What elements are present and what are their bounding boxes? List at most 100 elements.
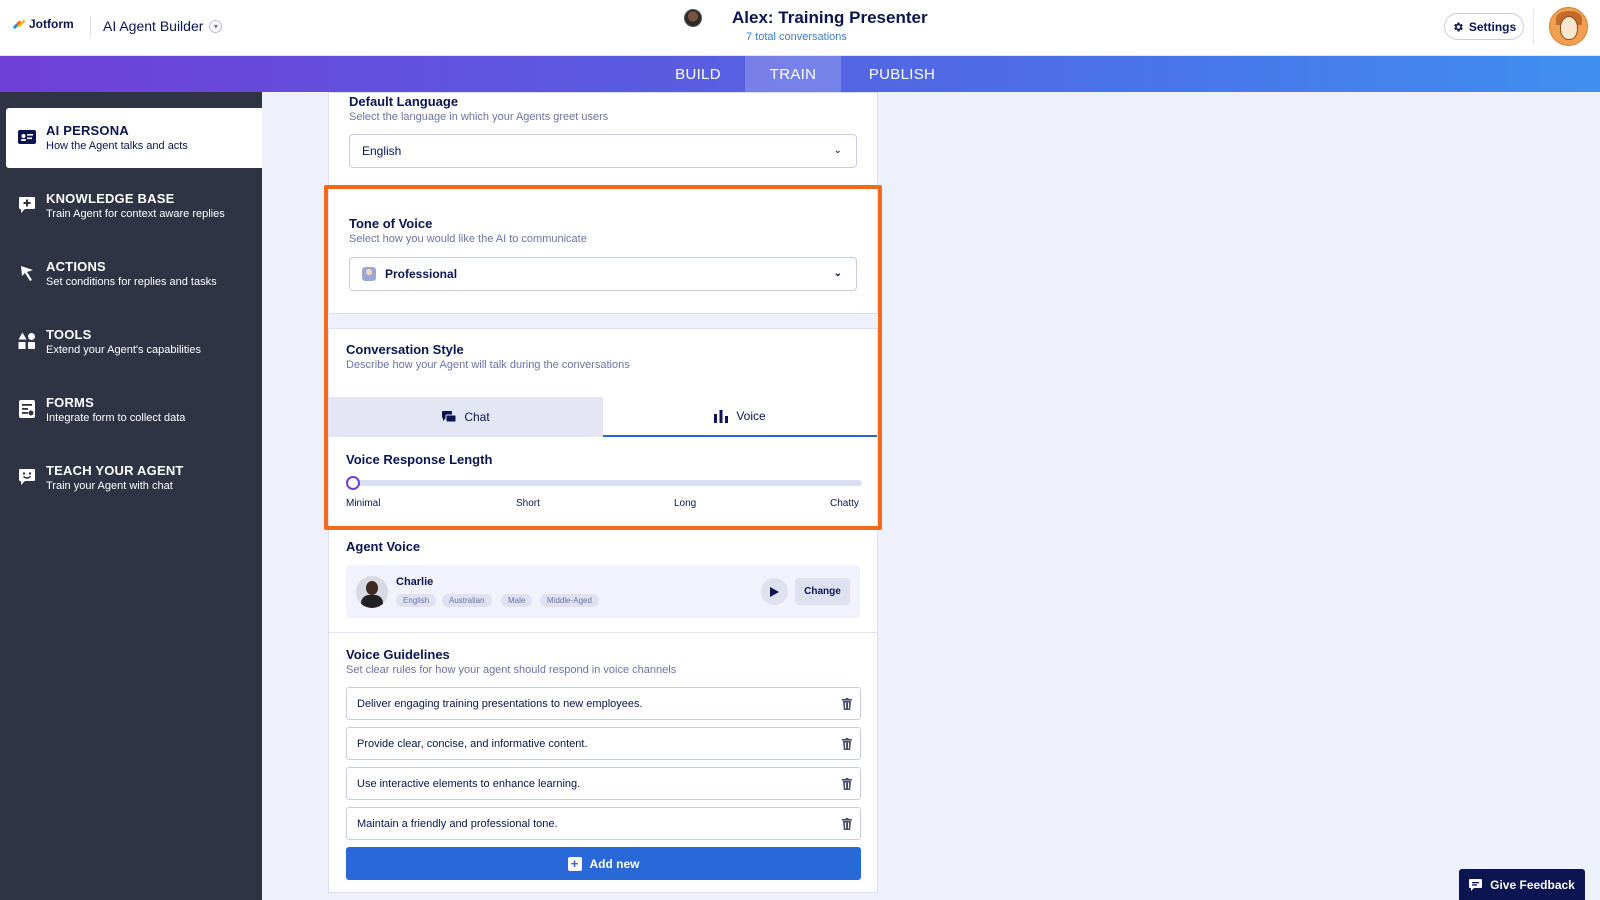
- give-feedback-label: Give Feedback: [1490, 877, 1575, 892]
- voice-name: Charlie: [396, 576, 434, 588]
- tick-long[interactable]: Long: [674, 498, 696, 509]
- tab-build[interactable]: BUILD: [656, 56, 740, 92]
- agent-voice-box: Charlie English Australian Male Middle-A…: [346, 565, 860, 618]
- chevron-down-icon: ⌄: [833, 145, 842, 156]
- chat-smile-icon: [18, 468, 36, 486]
- voice-tag: Male: [501, 594, 533, 607]
- tab-chat-label: Chat: [464, 410, 490, 424]
- sidebar-item-forms[interactable]: FORMS Integrate form to collect data: [6, 380, 262, 440]
- tab-publish[interactable]: PUBLISH: [852, 56, 952, 92]
- sidebar-item-title: AI PERSONA: [46, 123, 129, 138]
- divider: [90, 16, 91, 38]
- chevron-down-icon: ▾: [209, 19, 223, 33]
- sidebar: AI PERSONA How the Agent talks and acts …: [0, 92, 262, 900]
- sidebar-item-title: TOOLS: [46, 327, 92, 342]
- guideline-item[interactable]: Provide clear, concise, and informative …: [346, 727, 861, 760]
- voice-response-length-label: Voice Response Length: [346, 452, 493, 467]
- gear-icon: [1454, 22, 1463, 31]
- trash-icon[interactable]: [842, 698, 852, 710]
- trash-icon[interactable]: [842, 738, 852, 750]
- voice-tag: Australian: [442, 594, 492, 607]
- voice-tag: Middle-Aged: [540, 594, 599, 607]
- tab-voice[interactable]: Voice: [603, 397, 877, 437]
- tone-of-voice-value: Professional: [385, 267, 458, 281]
- agent-voice-label: Agent Voice: [346, 539, 421, 554]
- tone-of-voice-label: Tone of Voice: [349, 216, 433, 231]
- top-bar: Jotform AI Agent Builder ▾ Alex: Trainin…: [0, 0, 1600, 56]
- sidebar-item-desc: Extend your Agent's capabilities: [46, 344, 201, 356]
- tick-chatty[interactable]: Chatty: [830, 498, 859, 509]
- tone-of-voice-select[interactable]: Professional ⌄: [349, 257, 857, 291]
- settings-button[interactable]: Settings: [1444, 13, 1524, 40]
- response-length-slider-track[interactable]: [350, 480, 862, 486]
- trash-icon[interactable]: [842, 778, 852, 790]
- guideline-item[interactable]: Use interactive elements to enhance lear…: [346, 767, 861, 800]
- guideline-text: Use interactive elements to enhance lear…: [357, 777, 581, 790]
- sidebar-item-actions[interactable]: ACTIONS Set conditions for replies and t…: [6, 244, 262, 304]
- play-icon: [770, 586, 779, 597]
- guideline-text: Deliver engaging training presentations …: [357, 697, 643, 710]
- sidebar-item-ai-persona[interactable]: AI PERSONA How the Agent talks and acts: [6, 108, 262, 168]
- briefcase-person-icon: [362, 267, 376, 281]
- guideline-text: Maintain a friendly and professional ton…: [357, 817, 558, 830]
- change-voice-button[interactable]: Change: [795, 578, 850, 605]
- give-feedback-button[interactable]: Give Feedback: [1459, 869, 1585, 900]
- app-switcher[interactable]: AI Agent Builder ▾: [103, 18, 223, 34]
- sidebar-item-desc: How the Agent talks and acts: [46, 140, 188, 152]
- tab-chat[interactable]: Chat: [329, 397, 603, 437]
- guideline-item[interactable]: Deliver engaging training presentations …: [346, 687, 861, 720]
- agent-avatar: [684, 9, 702, 27]
- voice-tag: English: [396, 594, 437, 607]
- user-avatar[interactable]: [1549, 7, 1588, 46]
- knowledge-plus-icon: [18, 196, 36, 214]
- sidebar-item-desc: Train Agent for context aware replies: [46, 208, 225, 220]
- agent-title: Alex: Training Presenter: [732, 8, 928, 27]
- form-icon: [18, 400, 36, 418]
- voice-guidelines-desc: Set clear rules for how your agent shoul…: [346, 664, 677, 676]
- response-length-slider-handle[interactable]: [346, 476, 360, 490]
- chat-bubbles-icon: [442, 411, 457, 423]
- sidebar-item-desc: Integrate form to collect data: [46, 412, 186, 424]
- feedback-icon: [1469, 878, 1483, 891]
- default-language-select[interactable]: English ⌄: [349, 134, 857, 168]
- sidebar-item-title: FORMS: [46, 395, 94, 410]
- divider: [1533, 10, 1534, 44]
- jotform-logo[interactable]: Jotform: [12, 17, 74, 31]
- trash-icon[interactable]: [842, 818, 852, 830]
- tone-of-voice-desc: Select how you would like the AI to comm…: [349, 233, 587, 245]
- tab-voice-label: Voice: [736, 409, 766, 423]
- logo-text: Jotform: [29, 17, 74, 31]
- tab-train[interactable]: TRAIN: [745, 56, 841, 92]
- sidebar-item-tools[interactable]: TOOLS Extend your Agent's capabilities: [6, 312, 262, 372]
- tick-minimal[interactable]: Minimal: [346, 498, 380, 509]
- id-card-icon: [18, 128, 36, 146]
- tick-short[interactable]: Short: [516, 498, 540, 509]
- conversation-count-link[interactable]: 7 total conversations: [746, 31, 847, 43]
- sidebar-item-knowledge-base[interactable]: KNOWLEDGE BASE Train Agent for context a…: [6, 176, 262, 236]
- sidebar-item-desc: Set conditions for replies and tasks: [46, 276, 217, 288]
- flag-icon: [18, 264, 36, 282]
- plus-icon: +: [567, 856, 582, 871]
- voice-guidelines-label: Voice Guidelines: [346, 647, 450, 662]
- app-name: AI Agent Builder: [103, 18, 204, 34]
- default-language-value: English: [362, 144, 402, 158]
- conversation-style-desc: Describe how your Agent will talk during…: [346, 359, 630, 371]
- divider: [329, 528, 878, 529]
- guideline-text: Provide clear, concise, and informative …: [357, 737, 588, 750]
- settings-label: Settings: [1468, 19, 1517, 34]
- agent-header: Alex: Training Presenter: [684, 8, 928, 28]
- add-guideline-button[interactable]: + Add new: [346, 847, 861, 880]
- sidebar-item-desc: Train your Agent with chat: [46, 480, 173, 492]
- sidebar-item-title: TEACH YOUR AGENT: [46, 463, 184, 478]
- add-guideline-label: Add new: [589, 856, 640, 871]
- chevron-down-icon: ⌄: [833, 268, 842, 279]
- sidebar-item-teach-your-agent[interactable]: TEACH YOUR AGENT Train your Agent with c…: [6, 448, 262, 508]
- main-tabs: BUILD TRAIN PUBLISH: [0, 56, 1600, 92]
- sidebar-item-title: ACTIONS: [46, 259, 106, 274]
- shapes-icon: [18, 332, 36, 350]
- jotform-logo-icon: [12, 18, 26, 30]
- default-language-desc: Select the language in which your Agents…: [349, 111, 609, 123]
- guideline-item[interactable]: Maintain a friendly and professional ton…: [346, 807, 861, 840]
- play-voice-button[interactable]: [761, 578, 788, 605]
- sound-bars-icon: [714, 409, 729, 423]
